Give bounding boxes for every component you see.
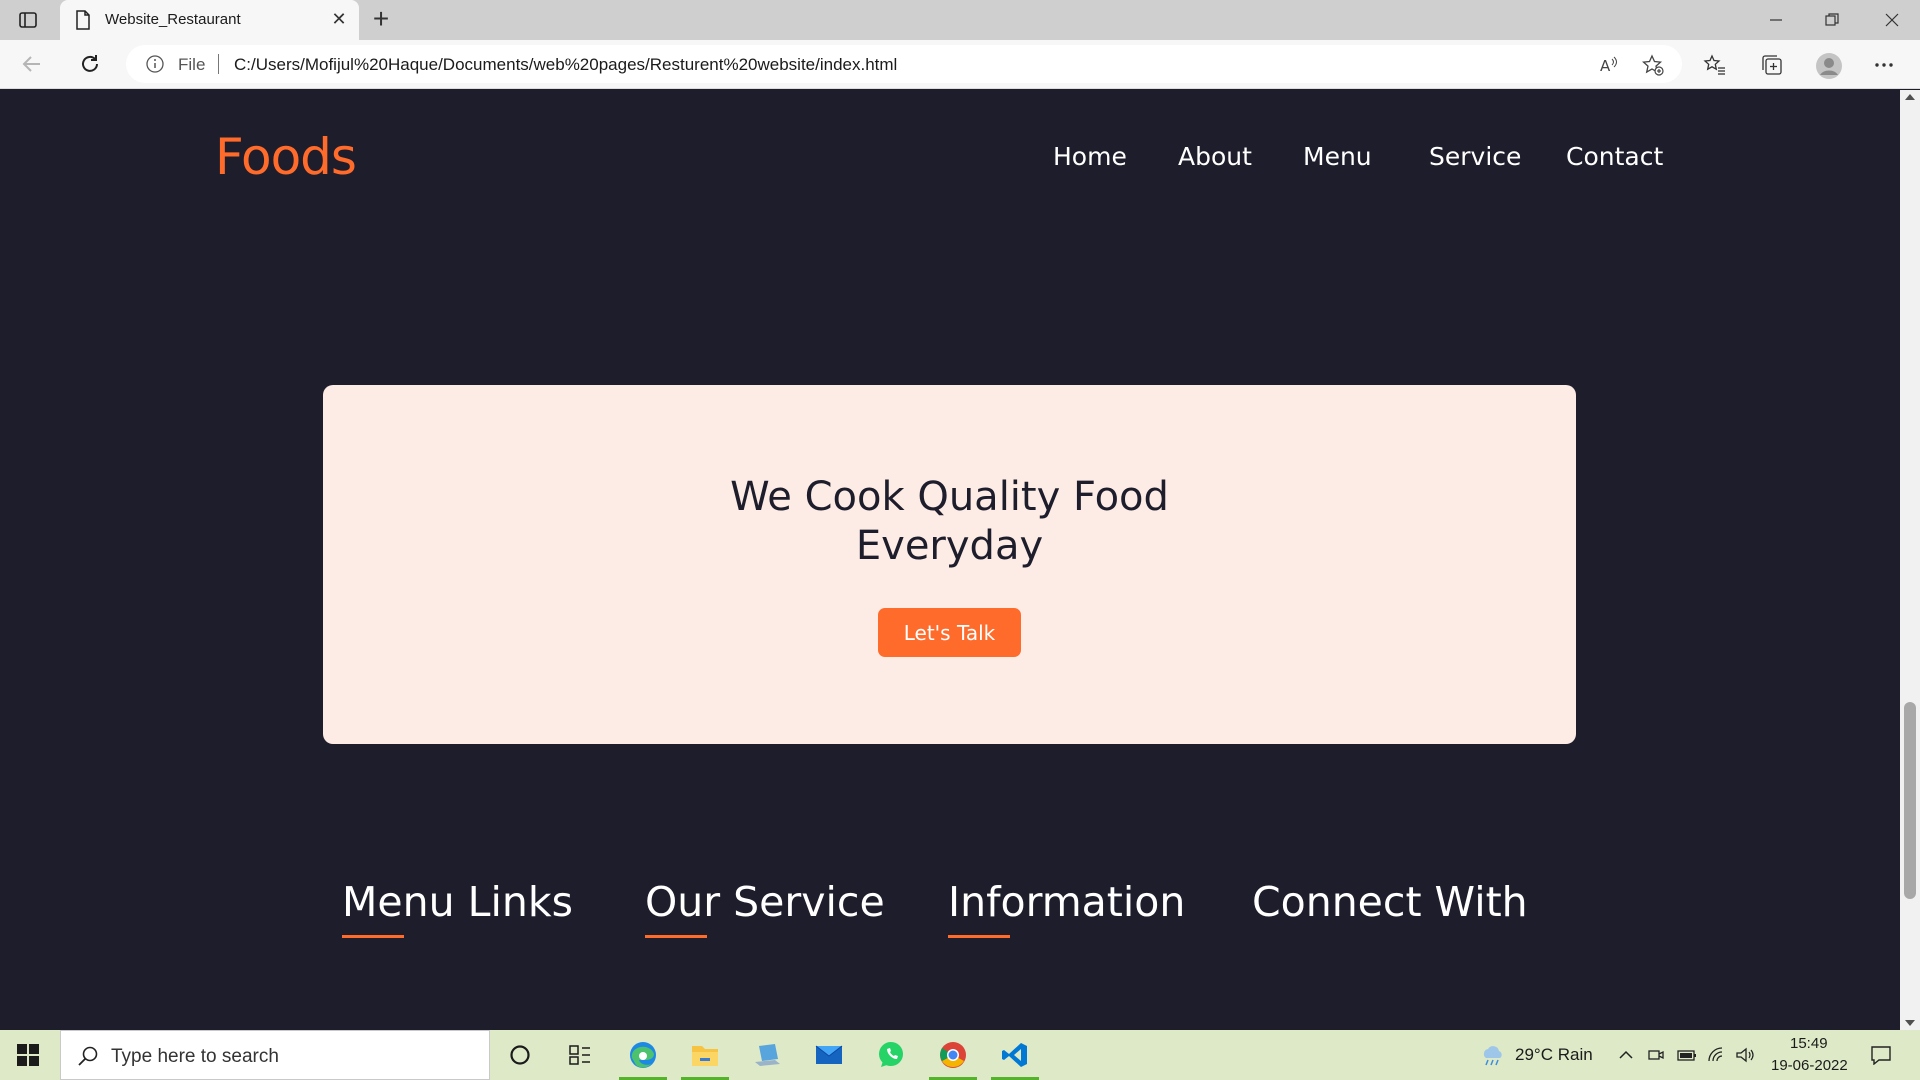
- restore-icon[interactable]: [1804, 0, 1860, 40]
- cta-heading-line1: We Cook Quality Food: [730, 474, 1169, 520]
- back-arrow-icon[interactable]: [20, 52, 44, 76]
- reload-icon[interactable]: [78, 52, 102, 76]
- nav-link-service[interactable]: Service: [1429, 142, 1521, 171]
- windows-taskbar: Type here to search 29°C Rain 15:49 19-0…: [0, 1030, 1920, 1080]
- meet-now-icon[interactable]: [1647, 1046, 1665, 1064]
- clock-time[interactable]: 15:49: [1790, 1035, 1828, 1052]
- scroll-up-icon[interactable]: [1905, 94, 1915, 100]
- scroll-thumb[interactable]: [1904, 702, 1916, 899]
- info-icon[interactable]: [146, 55, 164, 73]
- laptop-app-icon[interactable]: [737, 1030, 797, 1080]
- windows-start-icon[interactable]: [16, 1043, 40, 1067]
- profile-avatar-icon[interactable]: [1815, 52, 1843, 80]
- favorites-icon[interactable]: [1703, 53, 1727, 77]
- footer-heading-our-service: Our Service: [645, 878, 885, 926]
- minimize-icon[interactable]: [1748, 0, 1804, 40]
- file-label: File: [178, 55, 206, 74]
- browser-toolbar: File C:/Users/Mofijul%20Haque/Documents/…: [0, 40, 1920, 89]
- footer-heading-information: Information: [948, 878, 1186, 926]
- mail-icon[interactable]: [799, 1030, 859, 1080]
- wifi-icon[interactable]: [1707, 1046, 1725, 1064]
- close-window-icon[interactable]: [1864, 0, 1920, 40]
- tab-title: Website_Restaurant: [105, 11, 241, 28]
- collections-icon[interactable]: [1760, 53, 1784, 77]
- cta-card: We Cook Quality Food Everyday Let's Talk: [323, 385, 1576, 744]
- footer-heading-connect: Connect With: [1252, 878, 1528, 926]
- svg-text:A: A: [1600, 57, 1611, 75]
- page-icon: [75, 10, 91, 30]
- clock-date[interactable]: 19-06-2022: [1771, 1057, 1848, 1074]
- cortana-icon[interactable]: [490, 1030, 550, 1080]
- volume-icon[interactable]: [1735, 1046, 1754, 1064]
- lets-talk-button[interactable]: Let's Talk: [878, 608, 1021, 657]
- browser-tab-bar: Website_Restaurant ✕ +: [0, 0, 1920, 40]
- weather-rain-icon[interactable]: [1480, 1044, 1506, 1066]
- add-favorite-icon[interactable]: [1641, 54, 1664, 76]
- footer-heading-underline: [948, 935, 1010, 938]
- file-explorer-icon[interactable]: [675, 1030, 735, 1080]
- chrome-icon[interactable]: [923, 1030, 983, 1080]
- edge-browser-icon[interactable]: [613, 1030, 673, 1080]
- url-text[interactable]: C:/Users/Mofijul%20Haque/Documents/web%2…: [234, 55, 897, 75]
- more-options-icon[interactable]: [1872, 53, 1896, 77]
- page-scrollbar[interactable]: [1900, 90, 1920, 1030]
- nav-link-home[interactable]: Home: [1053, 142, 1127, 171]
- new-tab-icon[interactable]: +: [368, 4, 394, 34]
- footer-heading-underline: [645, 935, 707, 938]
- cta-heading: We Cook Quality Food Everyday: [323, 473, 1576, 571]
- nav-link-about[interactable]: About: [1178, 142, 1252, 171]
- search-icon: [77, 1045, 99, 1067]
- notifications-icon[interactable]: [1870, 1045, 1892, 1066]
- browser-tab[interactable]: Website_Restaurant ✕: [60, 0, 359, 40]
- cta-heading-line2: Everyday: [855, 523, 1044, 569]
- webpage-viewport: Foods Home About Menu Service Contact We…: [0, 90, 1900, 1030]
- scroll-down-icon[interactable]: [1905, 1020, 1915, 1026]
- task-view-icon[interactable]: [550, 1030, 610, 1080]
- footer-heading-underline: [342, 935, 404, 938]
- vscode-icon[interactable]: [985, 1030, 1045, 1080]
- chevron-up-icon[interactable]: [1617, 1046, 1635, 1064]
- nav-link-contact[interactable]: Contact: [1566, 142, 1663, 171]
- nav-link-menu[interactable]: Menu: [1303, 142, 1372, 171]
- whatsapp-icon[interactable]: [861, 1030, 921, 1080]
- address-bar[interactable]: File C:/Users/Mofijul%20Haque/Documents/…: [126, 45, 1682, 83]
- site-logo[interactable]: Foods: [215, 128, 357, 186]
- footer-heading-menu-links: Menu Links: [342, 878, 573, 926]
- tab-close-icon[interactable]: ✕: [329, 9, 349, 29]
- battery-icon[interactable]: [1677, 1046, 1696, 1064]
- search-placeholder: Type here to search: [111, 1046, 279, 1067]
- address-separator: [218, 54, 219, 74]
- taskbar-search-box[interactable]: Type here to search: [60, 1030, 490, 1080]
- weather-text[interactable]: 29°C Rain: [1515, 1045, 1593, 1065]
- tab-actions-icon[interactable]: [18, 10, 38, 30]
- read-aloud-icon[interactable]: A: [1598, 54, 1620, 76]
